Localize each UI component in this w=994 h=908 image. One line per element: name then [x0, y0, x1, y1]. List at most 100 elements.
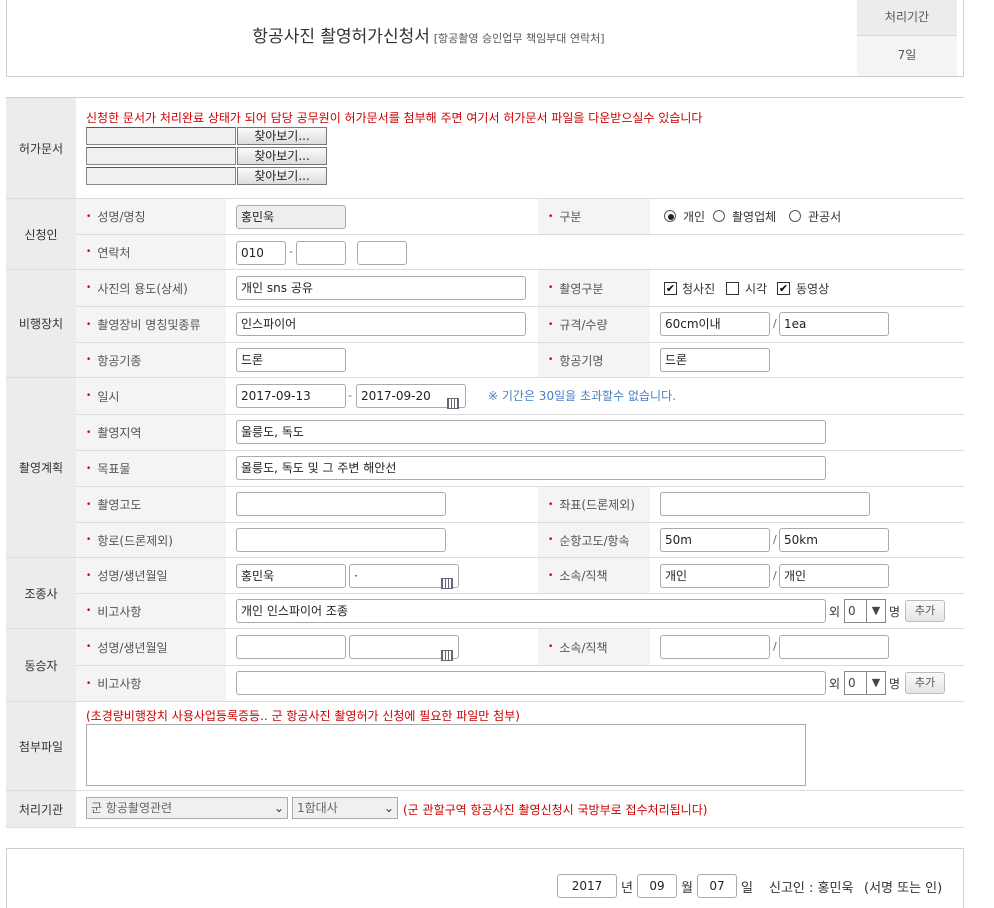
section-permit: 허가문서	[6, 98, 76, 198]
route-label: • 항로(드론제외)	[76, 523, 226, 557]
section-aircraft: 비행장치	[6, 270, 76, 377]
shoot-option-visual: 시각	[745, 282, 768, 296]
shoot-checkbox-video[interactable]: ✔	[777, 282, 790, 295]
attachment-notice: (초경량비행장치 사용사업등록증등.. 군 항공사진 촬영허가 신청에 필요한 …	[86, 709, 520, 723]
pilot-remark-input[interactable]: 개인 인스파이어 조종	[236, 599, 826, 623]
divider	[6, 827, 964, 828]
route-input[interactable]	[236, 528, 446, 552]
section-passenger: 동승자	[6, 629, 76, 701]
calendar-icon[interactable]	[441, 650, 453, 661]
table-top-border	[6, 97, 964, 98]
coord-label: • 좌표(드론제외)	[538, 487, 650, 522]
month-input[interactable]: 09	[637, 874, 677, 898]
passenger-extra-prefix: 외	[829, 677, 841, 691]
day-input[interactable]: 07	[697, 874, 737, 898]
month-unit: 월	[681, 881, 693, 896]
phone-part-2[interactable]	[296, 241, 346, 265]
spec-separator: /	[773, 317, 777, 330]
quantity-input[interactable]: 1ea	[779, 312, 889, 336]
day-unit: 일	[741, 881, 753, 896]
type-radio-company[interactable]	[713, 210, 725, 222]
chevron-down-icon: ▼	[866, 600, 885, 622]
equipment-input[interactable]: 인스파이어	[236, 312, 526, 336]
passenger-remark-label: • 비고사항	[76, 666, 226, 701]
applicant-type-label: • 구분	[538, 199, 650, 234]
spec-input[interactable]: 60cm이내	[660, 312, 770, 336]
coord-input[interactable]	[660, 492, 870, 516]
pilot-name-input[interactable]: 홍민욱	[236, 564, 346, 588]
shoot-checkbox-blueprint[interactable]: ✔	[664, 282, 677, 295]
phone-part-3[interactable]	[357, 241, 407, 265]
type-radio-personal[interactable]	[664, 210, 676, 222]
title-main: 항공사진 촬영허가신청서	[252, 27, 430, 47]
purpose-label: • 사진의 용도(상세)	[76, 270, 226, 306]
reporter-name: 신고인 : 홍민욱	[769, 881, 854, 896]
target-input[interactable]: 울릉도, 독도 및 그 주변 해안선	[236, 456, 826, 480]
pilot-add-button[interactable]: 추가	[905, 600, 945, 622]
divider	[6, 701, 964, 702]
passenger-name-label: • 성명/생년월일	[76, 629, 226, 665]
pilot-position-input[interactable]: 개인	[779, 564, 889, 588]
browse-button-2[interactable]: 찾아보기...	[237, 147, 327, 165]
shoot-option-blueprint: 청사진	[682, 282, 716, 296]
cruise-speed-input[interactable]: 50km	[779, 528, 889, 552]
shoot-option-video: 동영상	[796, 282, 830, 296]
aircraft-model-label: • 항공기종	[76, 343, 226, 377]
type-option-personal: 개인	[683, 210, 706, 224]
permit-file-3[interactable]	[86, 167, 236, 185]
altitude-label: • 촬영고도	[76, 487, 226, 522]
section-attachment: 첨부파일	[6, 702, 76, 790]
permit-file-1[interactable]	[86, 127, 236, 145]
date-separator: -	[348, 389, 352, 402]
area-label: • 촬영지역	[76, 415, 226, 450]
calendar-icon[interactable]	[441, 578, 453, 589]
area-input[interactable]: 울릉도, 독도	[236, 420, 826, 444]
year-input[interactable]: 2017	[557, 874, 617, 898]
passenger-extra-count-select[interactable]: 0 ▼	[844, 671, 886, 695]
contact-label: • 연락처	[76, 235, 226, 269]
browse-button-1[interactable]: 찾아보기...	[237, 127, 327, 145]
passenger-add-button[interactable]: 추가	[905, 672, 945, 694]
signature-note: (서명 또는 인)	[864, 881, 943, 896]
purpose-input[interactable]: 개인 sns 공유	[236, 276, 526, 300]
date-label: • 일시	[76, 378, 226, 414]
agency-notice: (군 관할구역 항공사진 촬영신청시 국방부로 접수처리됩니다)	[403, 803, 708, 817]
passenger-position-input[interactable]	[779, 635, 889, 659]
attachment-dropzone[interactable]	[86, 724, 806, 786]
permit-file-2[interactable]	[86, 147, 236, 165]
passenger-extra-suffix: 명	[889, 677, 901, 691]
aircraft-model-input[interactable]: 드론	[236, 348, 346, 372]
target-label: • 목표물	[76, 451, 226, 486]
altitude-input[interactable]	[236, 492, 446, 516]
phone-part-1[interactable]: 010	[236, 241, 286, 265]
aircraft-name-input[interactable]: 드론	[660, 348, 770, 372]
agency-select-1[interactable]: 군 항공촬영관련 ⌄	[86, 797, 288, 819]
pilot-org-input[interactable]: 개인	[660, 564, 770, 588]
browse-button-3[interactable]: 찾아보기...	[237, 167, 327, 185]
type-option-government: 관공서	[808, 210, 842, 224]
period-label: 처리기간	[857, 0, 957, 36]
page-title: 항공사진 촬영허가신청서 [항공촬영 승인업무 책임부대 연락처]	[0, 22, 857, 47]
passenger-remark-input[interactable]	[236, 671, 826, 695]
aircraft-name-label: • 항공기명	[538, 343, 650, 377]
shoot-checkbox-visual[interactable]	[726, 282, 739, 295]
pilot-name-label: • 성명/생년월일	[76, 558, 226, 593]
period-value: 7일	[857, 36, 957, 76]
section-applicant: 신청인	[6, 199, 76, 269]
passenger-name-input[interactable]	[236, 635, 346, 659]
pilot-extra-prefix: 외	[829, 605, 841, 619]
calendar-icon[interactable]	[447, 398, 459, 409]
chevron-down-icon: ▼	[866, 672, 885, 694]
section-agency: 처리기관	[6, 791, 76, 827]
cruise-altitude-input[interactable]: 50m	[660, 528, 770, 552]
agency-select-2[interactable]: 1함대사 ⌄	[292, 797, 398, 819]
date-from-input[interactable]: 2017-09-13	[236, 384, 346, 408]
title-subtitle: [항공촬영 승인업무 책임부대 연락처]	[433, 32, 605, 45]
spec-label: • 규격/수량	[538, 307, 650, 342]
chevron-down-icon: ⌄	[273, 801, 284, 815]
equipment-label: • 촬영장비 명칭및종류	[76, 307, 226, 342]
passenger-org-input[interactable]	[660, 635, 770, 659]
type-radio-government[interactable]	[789, 210, 801, 222]
applicant-name-input[interactable]: 홍민욱	[236, 205, 346, 229]
pilot-extra-count-select[interactable]: 0 ▼	[844, 599, 886, 623]
